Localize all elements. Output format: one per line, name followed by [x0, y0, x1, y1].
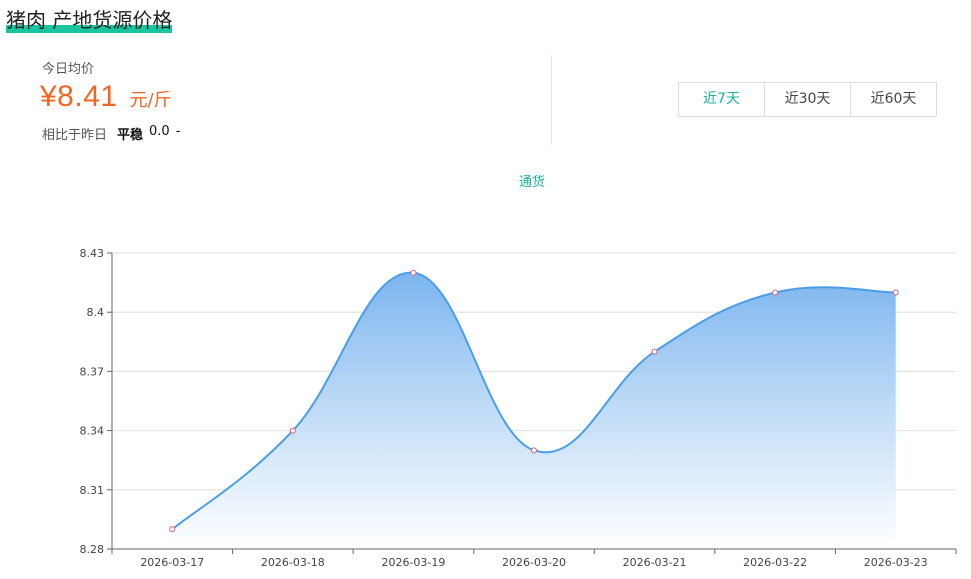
x-tick-label: 2026-03-20	[502, 556, 566, 569]
y-tick-label: 8.37	[80, 365, 105, 378]
y-tick-label: 8.28	[80, 543, 105, 556]
y-tick-label: 8.4	[87, 306, 105, 319]
area-fill	[172, 272, 896, 549]
area-series-fill	[172, 272, 896, 549]
data-point[interactable]	[289, 427, 296, 434]
price-chart: 8.28 8.31 8.34 8.37 8.4 8.43 2026-03-17 2026-03…	[80, 247, 957, 569]
data-point[interactable]	[410, 269, 417, 276]
page-title: 猪肉 产地货源价格	[6, 8, 173, 32]
data-point[interactable]	[651, 348, 658, 355]
x-tick-label: 2026-03-17	[140, 556, 204, 569]
data-point[interactable]	[169, 526, 176, 533]
data-point[interactable]	[892, 289, 899, 296]
x-tick-label: 2026-03-22	[743, 556, 807, 569]
y-tick-label: 8.31	[80, 484, 105, 497]
data-point[interactable]	[531, 447, 537, 454]
x-tick-label: 2026-03-19	[381, 556, 445, 569]
y-tick-label: 8.34	[80, 425, 105, 438]
data-point[interactable]	[772, 289, 779, 296]
y-tick-label: 8.43	[80, 247, 105, 260]
x-tick-label: 2026-03-21	[623, 556, 687, 569]
x-tick-label: 2026-03-18	[261, 556, 325, 569]
x-tick-label: 2026-03-23	[864, 556, 928, 569]
title-block: 猪肉 产地货源价格	[6, 6, 173, 34]
